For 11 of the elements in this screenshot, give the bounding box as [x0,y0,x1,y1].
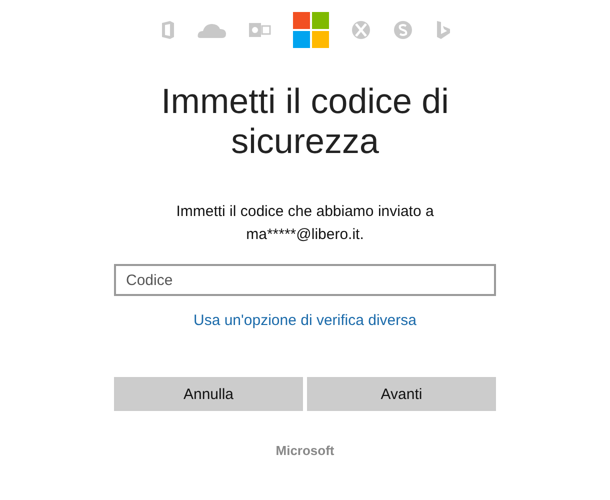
document-icon[interactable] [159,20,175,40]
next-button[interactable]: Avanti [307,377,496,411]
cancel-button[interactable]: Annulla [114,377,303,411]
instruction-text: Immetti il codice che abbiamo inviato a ma*****@libero.it. [175,202,435,245]
windows-logo [293,12,329,48]
alternate-option-link[interactable]: Usa un'opzione di verifica diversa [194,312,416,329]
code-field[interactable]: Codice [114,264,496,296]
page-title: Immetti il codice di sicurezza [160,82,450,162]
footer-brand: Microsoft [276,443,334,458]
chat-icon[interactable] [393,20,413,40]
search-engine-icon[interactable] [435,20,451,40]
